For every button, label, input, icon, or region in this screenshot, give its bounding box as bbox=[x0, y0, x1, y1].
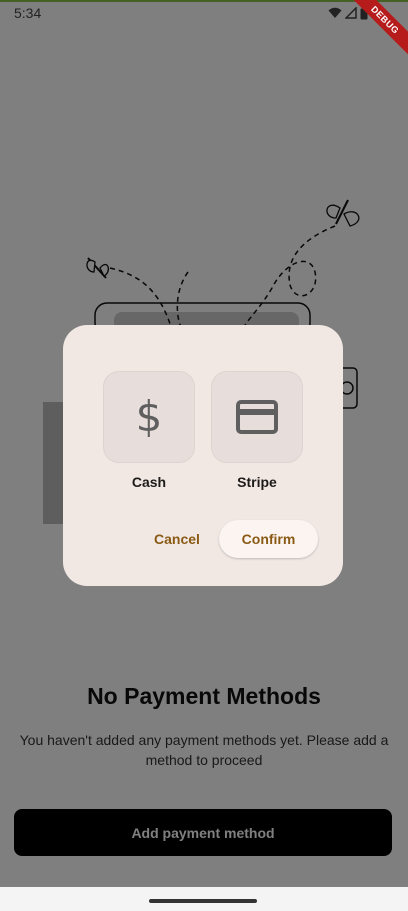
cancel-button[interactable]: Cancel bbox=[143, 520, 211, 558]
payment-option-stripe[interactable]: Stripe bbox=[211, 371, 303, 490]
cash-option-label: Cash bbox=[131, 474, 167, 490]
dialog-actions: Cancel Confirm bbox=[63, 520, 343, 558]
stripe-option-label: Stripe bbox=[237, 474, 277, 490]
credit-card-icon bbox=[236, 400, 278, 434]
payment-option-cash[interactable]: $ Cash bbox=[103, 371, 195, 490]
confirm-button[interactable]: Confirm bbox=[219, 520, 318, 558]
payment-method-dialog: $ Cash Stripe Cancel Confirm bbox=[63, 325, 343, 586]
navigation-bar bbox=[0, 887, 408, 911]
home-indicator[interactable] bbox=[149, 899, 257, 903]
cash-option-tile[interactable]: $ bbox=[103, 371, 195, 463]
dollar-icon: $ bbox=[135, 392, 163, 441]
stripe-option-tile[interactable] bbox=[211, 371, 303, 463]
